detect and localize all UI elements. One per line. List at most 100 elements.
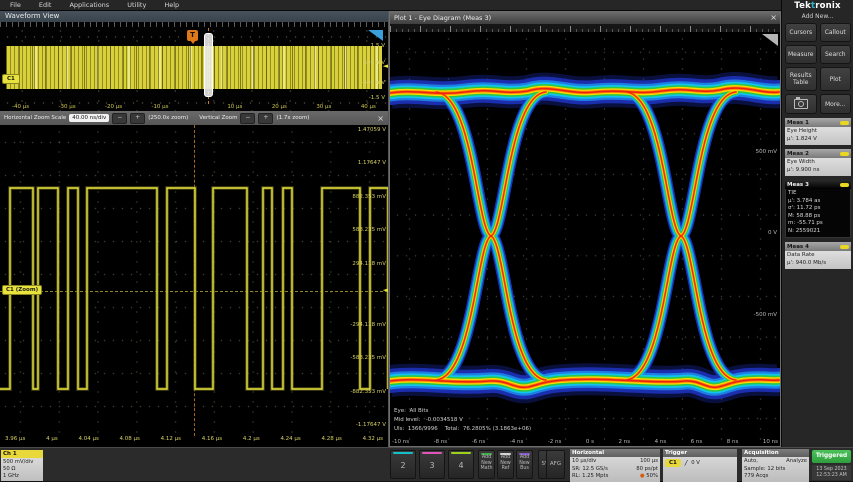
v-zoom-out-button[interactable]: − (240, 113, 255, 124)
plot-button[interactable]: Plot (820, 67, 852, 91)
zoom-y-label: -1.17647 V (356, 422, 386, 428)
camera-icon (794, 99, 808, 109)
meas3-value: N: 2559021 (788, 228, 848, 236)
menu-help[interactable]: Help (164, 1, 179, 9)
trigger-status-button[interactable]: Triggered (812, 450, 851, 463)
add-new-math-button[interactable]: AddNewMath (478, 450, 495, 479)
results-table-button[interactable]: Results Table (785, 67, 817, 91)
screenshot-button[interactable] (785, 94, 817, 114)
horizontal-badge[interactable]: Horizontal 10 μs/div100 μs SR: 12.5 GS/s… (570, 449, 660, 482)
zoom-close-icon[interactable]: × (377, 114, 384, 123)
h-zoom-in-button[interactable]: + (130, 113, 145, 124)
eye-diagram-ruler (390, 24, 780, 32)
overview-x-label: -30 μs (58, 104, 75, 110)
zoomed-waveform-plot[interactable]: 1.47059 V1.17647 V882.353 mV588.235 mV29… (0, 125, 388, 436)
h-zoom-out-button[interactable]: − (112, 113, 127, 124)
channel1-zoom-badge[interactable]: C1 (Zoom) (2, 285, 42, 295)
acquisition-badge[interactable]: Acquisition Auto,Analyze Sample: 12 bits… (742, 449, 809, 482)
afg-button[interactable]: AFG (546, 450, 565, 479)
overview-waveform-band (6, 46, 382, 89)
meas4-value: μ': 940.0 Mb/s (787, 260, 849, 268)
zoom-y-label: 588.235 mV (352, 227, 386, 233)
channel1-termination: 50 Ω (3, 466, 41, 473)
zoom-x-label: 4.32 μs (363, 436, 383, 447)
eye-diagram-title[interactable]: Plot 1 - Eye Diagram (Meas 3) (390, 12, 780, 24)
add-new-bus-button[interactable]: AddNewBus (516, 450, 533, 479)
overview-x-label: 20 μs (272, 104, 287, 110)
eye-diagram-window: Plot 1 - Eye Diagram (Meas 3) × 500 mV 0… (389, 11, 781, 447)
measure-button[interactable]: Measure (785, 45, 817, 64)
trigger-level: 0 V (691, 459, 700, 467)
channel1-badge[interactable]: Ch 1 500 mV/div 50 Ω 1 GHz (1, 450, 43, 481)
h-zoom-scale-value[interactable]: 40.00 ns/div (69, 114, 109, 122)
meas2-name: Eye Width (787, 159, 849, 167)
overview-x-label: 40 μs (361, 104, 376, 110)
zoom-ground-marker-icon: ◄ (383, 287, 388, 294)
more-button[interactable]: More... (820, 94, 852, 114)
close-icon[interactable]: × (770, 12, 777, 24)
eye-y-label: 0 V (768, 230, 777, 236)
zoom-x-label: 4.12 μs (161, 436, 181, 447)
zoom-x-label: 4.28 μs (322, 436, 342, 447)
meas4-badge[interactable]: Meas 4 Data Rate μ': 940.0 Mb/s (785, 242, 851, 269)
cursors-button[interactable]: Cursors (785, 23, 817, 42)
meas1-header: Meas 1 (787, 120, 809, 126)
ground-marker-icon: ◄ (383, 63, 388, 70)
meas4-source-pill (840, 245, 849, 249)
overview-channel-tag[interactable]: C1 (2, 74, 20, 84)
channel4-button[interactable]: 4 (448, 450, 474, 479)
zoom-x-label: 3.96 μs (5, 436, 25, 447)
eye-diagram-plot[interactable]: 500 mV 0 V -500 mV Eye: All BitsMid leve… (390, 32, 780, 446)
channel2-button[interactable]: 2 (390, 450, 416, 479)
menu-utility[interactable]: Utility (127, 1, 146, 9)
trigger-slope-icon: / (685, 459, 687, 467)
channel4-color-stripe (451, 452, 471, 454)
zoom-window-handle[interactable] (204, 33, 213, 97)
right-sidebar: Tektronix Add New... Cursors Callout Mea… (781, 0, 853, 447)
sample-rate: SR: 12.5 GS/s (572, 466, 608, 474)
zoom-x-label: 4.16 μs (202, 436, 222, 447)
trigger-level-icon[interactable] (368, 30, 383, 41)
trigger-badge-header: Trigger (663, 449, 737, 457)
add-new-ref-button[interactable]: AddNewRef (497, 450, 514, 479)
menu-file[interactable]: File (10, 1, 21, 9)
h-zoom-scale-label: Horizontal Zoom Scale (4, 115, 66, 121)
meas2-badge[interactable]: Meas 2 Eye Width μ': 9.900 ns (785, 149, 851, 176)
waveform-view-panel: Waveform View T C1 1.5 V 500 mV -500 mV … (0, 11, 389, 447)
menubar: File Edit Applications Utility Help (0, 0, 781, 11)
eye-x-label: -2 ns (548, 439, 562, 445)
menu-edit[interactable]: Edit (39, 1, 52, 9)
acquisition-mode: Auto, (744, 458, 758, 466)
resize-handle-icon[interactable] (762, 34, 778, 46)
zoom-x-label: 4.08 μs (120, 436, 140, 447)
h-zoom-factor: (250.0x zoom) (148, 115, 188, 121)
zoom-toolbar: Horizontal Zoom Scale 40.00 ns/div − + (… (0, 111, 388, 125)
eye-diagram-trace (390, 32, 780, 446)
measurement-badges: Meas 1 Eye Height μ': 1.824 V Meas 2 Eye… (785, 118, 851, 269)
meas3-source-pill (840, 183, 849, 187)
meas1-badge[interactable]: Meas 1 Eye Height μ': 1.824 V (785, 118, 851, 145)
overview-x-label: -40 μs (12, 104, 29, 110)
trigger-badge[interactable]: Trigger C1 / 0 V (663, 449, 737, 482)
waveform-overview[interactable]: T C1 1.5 V 500 mV -500 mV -1.5 V ◄ -40 μ… (0, 22, 388, 111)
channel1-badge-header: Ch 1 (1, 450, 43, 458)
channel1-scale: 500 mV/div (3, 459, 41, 466)
overview-x-label: -20 μs (105, 104, 122, 110)
eye-x-label: 0 s (586, 439, 594, 445)
eye-footer-line: Eye: All Bits (394, 407, 531, 415)
meas1-value: μ': 1.824 V (787, 136, 849, 144)
meas3-badge[interactable]: Meas 3 TIE μ': 3.784 as σ': 11.72 ps M: … (785, 180, 851, 238)
search-button[interactable]: Search (820, 45, 852, 64)
eye-x-label: -10 ns (392, 439, 409, 445)
channel3-button[interactable]: 3 (419, 450, 445, 479)
menu-applications[interactable]: Applications (69, 1, 109, 9)
zoom-x-label: 4.2 μs (243, 436, 260, 447)
meas2-value: μ': 9.900 ns (787, 167, 849, 175)
overview-ruler (0, 22, 388, 27)
v-zoom-in-button[interactable]: + (258, 113, 273, 124)
waveform-view-title: Waveform View (0, 11, 388, 22)
trigger-position-icon[interactable]: T (187, 30, 198, 41)
eye-footer-line: UIs: 1366/9996 Total: 76.2805% (3.1863e+… (394, 425, 531, 433)
overview-x-label: 30 μs (316, 104, 331, 110)
callout-button[interactable]: Callout (820, 23, 852, 42)
